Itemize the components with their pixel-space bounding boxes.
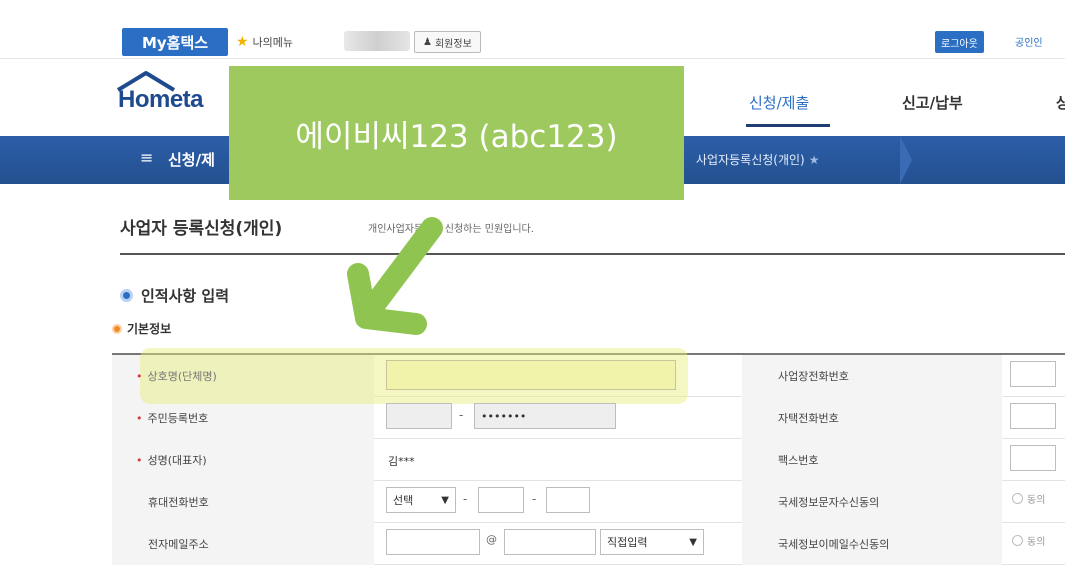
resident-number-back-input[interactable]: ••••••• [474, 403, 616, 429]
my-hometax-button[interactable]: My홈택스 [122, 28, 228, 56]
sms-consent-label: 국세정보문자수신동의 [778, 496, 880, 509]
title-divider [120, 253, 1065, 255]
radio-icon [1012, 535, 1023, 546]
table-row [112, 439, 1065, 481]
fax-label: 팩스번호 [778, 454, 819, 467]
nav-tab-apply-submit[interactable]: 신청/제출 [749, 92, 809, 113]
member-info-label: 회원정보 [434, 38, 472, 50]
breadcrumb-category[interactable]: 신청/제 [168, 149, 215, 170]
page: My홈택스 ★ 나의메뉴 ♟ 회원정보 로그아웃 공인인 Hometa 신청/제… [0, 0, 1065, 574]
arrow-icon [347, 217, 443, 335]
annotation-overlay: 에이비씨123 (abc123) [229, 66, 684, 200]
breadcrumb-current: 사업자등록신청(개인) ★ [696, 151, 820, 168]
my-menu-link[interactable]: ★ 나의메뉴 [236, 30, 293, 54]
resident-number-front-input[interactable] [386, 403, 452, 429]
chevron-down-icon: ▼ [441, 494, 449, 506]
resident-number-label: • 주민등록번호 [136, 412, 209, 425]
section-bullet-icon [120, 289, 133, 302]
email-id-input[interactable] [386, 529, 480, 555]
resident-number-dash: - [459, 408, 464, 422]
business-phone-label: 사업장전화번호 [778, 370, 849, 383]
representative-name-value: 김*** [388, 455, 415, 468]
business-phone-input[interactable] [1010, 361, 1056, 387]
email-label: 전자메일주소 [148, 538, 209, 551]
email-consent-label: 국세정보이메일수신동의 [778, 538, 890, 551]
business-name-input[interactable] [386, 360, 676, 390]
utility-divider [0, 58, 1065, 59]
breadcrumb-separator [900, 136, 912, 184]
email-domain-input[interactable] [504, 529, 596, 555]
fax-input[interactable] [1010, 445, 1056, 471]
subsection-title-label: 기본정보 [127, 322, 172, 336]
subsection-title: 기본정보 [112, 320, 171, 337]
business-name-label: • 상호명(단체명) [136, 370, 217, 383]
sms-consent-radio[interactable]: 동의 [1012, 491, 1045, 506]
nav-tab-report-pay[interactable]: 신고/납부 [902, 92, 963, 113]
home-phone-label: 자택전화번호 [778, 412, 839, 425]
hometax-logo[interactable]: Hometa [116, 70, 236, 126]
email-domain-select[interactable]: 직접입력 ▼ [600, 529, 704, 555]
representative-name-label: • 성명(대표자) [136, 454, 207, 467]
email-at-sign: @ [486, 533, 497, 546]
mobile-last-input[interactable] [546, 487, 590, 513]
phone-dash: - [532, 492, 537, 506]
subsection-bullet-icon [112, 323, 122, 334]
logo-text: Hometa [118, 86, 204, 113]
annotation-text: 에이비씨123 (abc123) [295, 118, 618, 155]
nav-active-indicator [746, 124, 830, 127]
breadcrumb-current-label: 사업자등록신청(개인) [696, 153, 805, 167]
person-icon: ♟ [423, 36, 432, 48]
page-title: 사업자 등록신청(개인) [120, 219, 283, 239]
mobile-phone-label: 휴대전화번호 [148, 496, 209, 509]
section-title-label: 인적사항 입력 [141, 287, 230, 305]
blurred-user-name [344, 31, 410, 51]
my-menu-label: 나의메뉴 [252, 36, 294, 49]
star-icon: ★ [236, 34, 249, 50]
mobile-carrier-select[interactable]: 선택 ▼ [386, 487, 456, 513]
section-title: 인적사항 입력 [120, 285, 229, 306]
chevron-down-icon: ▼ [689, 536, 697, 548]
phone-dash: - [463, 492, 468, 506]
radio-icon [1012, 493, 1023, 504]
logout-button[interactable]: 로그아웃 [935, 31, 984, 53]
nav-tab-more[interactable]: 상 [1056, 92, 1065, 113]
hamburger-icon[interactable]: ≡ [140, 148, 153, 167]
home-phone-input[interactable] [1010, 403, 1056, 429]
mobile-middle-input[interactable] [478, 487, 524, 513]
member-info-button[interactable]: ♟ 회원정보 [414, 31, 481, 53]
certificate-link[interactable]: 공인인 [1015, 34, 1043, 49]
bookmark-star-icon[interactable]: ★ [809, 153, 820, 167]
email-consent-radio[interactable]: 동의 [1012, 533, 1045, 548]
